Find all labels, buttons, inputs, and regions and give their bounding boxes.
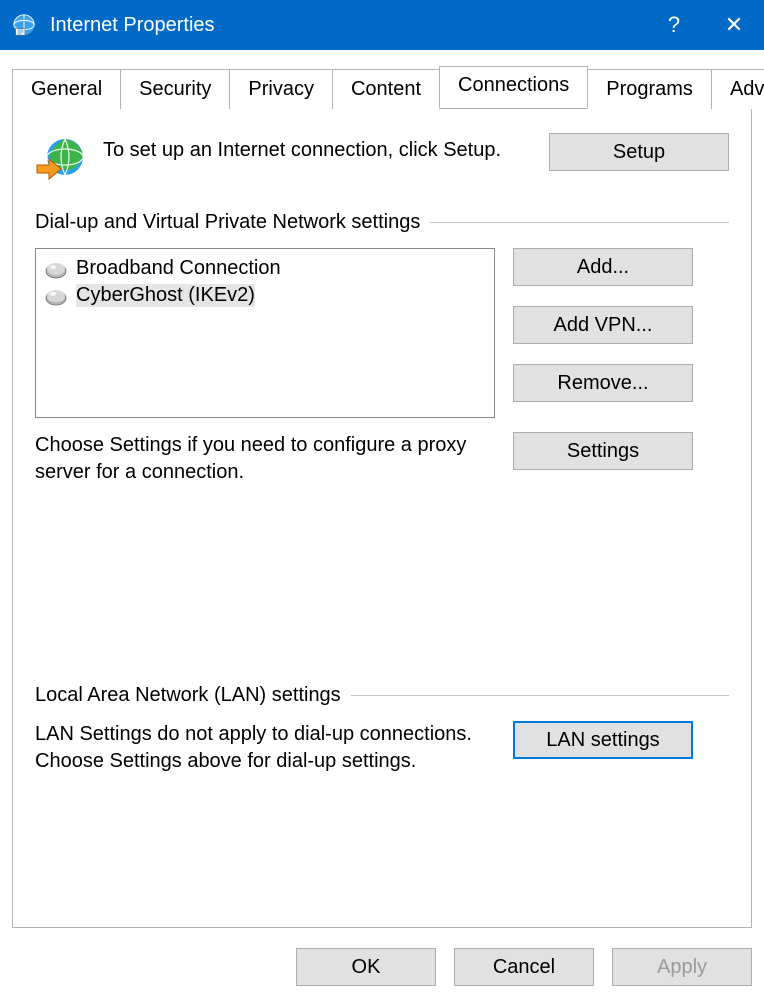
lan-group-header: Local Area Network (LAN) settings bbox=[35, 684, 729, 707]
settings-description: Choose Settings if you need to configure… bbox=[35, 432, 495, 486]
lan-settings-button[interactable]: LAN settings bbox=[513, 721, 693, 759]
dialup-row: Broadband Connection CyberGhost (IKEv2) … bbox=[35, 248, 729, 418]
footer-buttons: OK Cancel Apply bbox=[296, 948, 752, 986]
internet-options-icon bbox=[10, 11, 38, 39]
connections-list[interactable]: Broadband Connection CyberGhost (IKEv2) bbox=[35, 248, 495, 418]
titlebar: Internet Properties ? ✕ bbox=[0, 0, 764, 50]
settings-row: Choose Settings if you need to configure… bbox=[35, 432, 729, 486]
add-vpn-button[interactable]: Add VPN... bbox=[513, 306, 693, 344]
tab-privacy[interactable]: Privacy bbox=[229, 69, 333, 109]
settings-button[interactable]: Settings bbox=[513, 432, 693, 470]
divider bbox=[351, 695, 729, 696]
lan-group-label: Local Area Network (LAN) settings bbox=[35, 684, 341, 707]
window-title: Internet Properties bbox=[50, 14, 644, 37]
connection-buttons: Add... Add VPN... Remove... bbox=[513, 248, 693, 402]
tab-advanced[interactable]: Advanced bbox=[711, 69, 764, 109]
setup-button[interactable]: Setup bbox=[549, 133, 729, 171]
tabs-bar: General Security Privacy Content Connect… bbox=[12, 68, 752, 108]
tab-content[interactable]: Content bbox=[332, 69, 440, 109]
ok-button[interactable]: OK bbox=[296, 948, 436, 986]
list-item-label: CyberGhost (IKEv2) bbox=[76, 284, 255, 307]
list-item-label: Broadband Connection bbox=[76, 257, 281, 280]
close-button[interactable]: ✕ bbox=[704, 0, 764, 50]
tab-panel-connections: To set up an Internet connection, click … bbox=[12, 108, 752, 928]
tab-security[interactable]: Security bbox=[120, 69, 230, 109]
tab-connections[interactable]: Connections bbox=[439, 66, 588, 108]
window-body: General Security Privacy Content Connect… bbox=[0, 50, 764, 1000]
dialup-group-header: Dial-up and Virtual Private Network sett… bbox=[35, 211, 729, 234]
connection-icon bbox=[44, 258, 68, 280]
list-item[interactable]: CyberGhost (IKEv2) bbox=[40, 282, 490, 309]
lan-section: Local Area Network (LAN) settings LAN Se… bbox=[35, 684, 729, 775]
globe-arrow-icon bbox=[35, 133, 87, 185]
remove-button[interactable]: Remove... bbox=[513, 364, 693, 402]
help-button[interactable]: ? bbox=[644, 0, 704, 50]
apply-button[interactable]: Apply bbox=[612, 948, 752, 986]
cancel-button[interactable]: Cancel bbox=[454, 948, 594, 986]
lan-description: LAN Settings do not apply to dial-up con… bbox=[35, 721, 495, 775]
list-item[interactable]: Broadband Connection bbox=[40, 255, 490, 282]
add-button[interactable]: Add... bbox=[513, 248, 693, 286]
tab-general[interactable]: General bbox=[12, 69, 121, 109]
lan-row: LAN Settings do not apply to dial-up con… bbox=[35, 721, 729, 775]
setup-row: To set up an Internet connection, click … bbox=[35, 133, 729, 185]
setup-description: To set up an Internet connection, click … bbox=[103, 133, 533, 163]
connection-icon bbox=[44, 285, 68, 307]
tab-programs[interactable]: Programs bbox=[587, 69, 712, 109]
dialup-group-label: Dial-up and Virtual Private Network sett… bbox=[35, 211, 420, 234]
divider bbox=[430, 222, 729, 223]
